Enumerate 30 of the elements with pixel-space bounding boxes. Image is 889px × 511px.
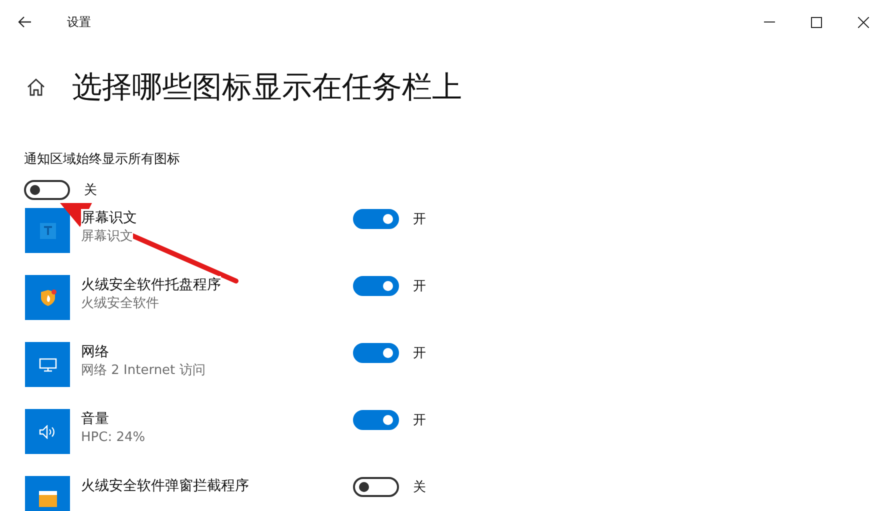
close-icon[interactable] [858, 16, 869, 28]
app-name: 音量 [81, 410, 109, 428]
toggle-switch[interactable] [24, 180, 70, 200]
app-name: 网络 [81, 343, 109, 361]
home-icon[interactable] [26, 78, 46, 96]
app-name: 火绒安全软件弹窗拦截程序 [81, 477, 249, 495]
toggle-state: 开 [413, 278, 426, 295]
toggle-switch[interactable] [353, 209, 399, 229]
toggle-switch[interactable] [353, 276, 399, 296]
toggle-switch[interactable] [353, 343, 399, 363]
app-name: 屏幕识文 [81, 209, 137, 227]
maximize-icon[interactable] [811, 16, 822, 28]
toggle-state: 关 [413, 479, 426, 496]
text-icon [40, 222, 56, 238]
monitor-icon [38, 356, 56, 372]
shield-icon [38, 288, 56, 306]
toggle-state: 开 [413, 412, 426, 429]
toggle-state: 开 [413, 345, 426, 362]
app-name: 火绒安全软件托盘程序 [81, 276, 221, 294]
toggle-state: 关 [84, 182, 97, 199]
back-arrow-icon[interactable] [18, 16, 32, 28]
minimize-icon[interactable] [764, 21, 775, 23]
window-icon [38, 490, 58, 508]
window-title: 设置 [67, 14, 91, 30]
toggle-switch[interactable] [353, 477, 399, 497]
speaker-icon [38, 424, 56, 438]
toggle-switch[interactable] [353, 410, 399, 430]
page-heading: 选择哪些图标显示在任务栏上 [72, 68, 462, 106]
toggle-state: 开 [413, 211, 426, 228]
setting-label: 通知区域始终显示所有图标 [24, 151, 181, 168]
